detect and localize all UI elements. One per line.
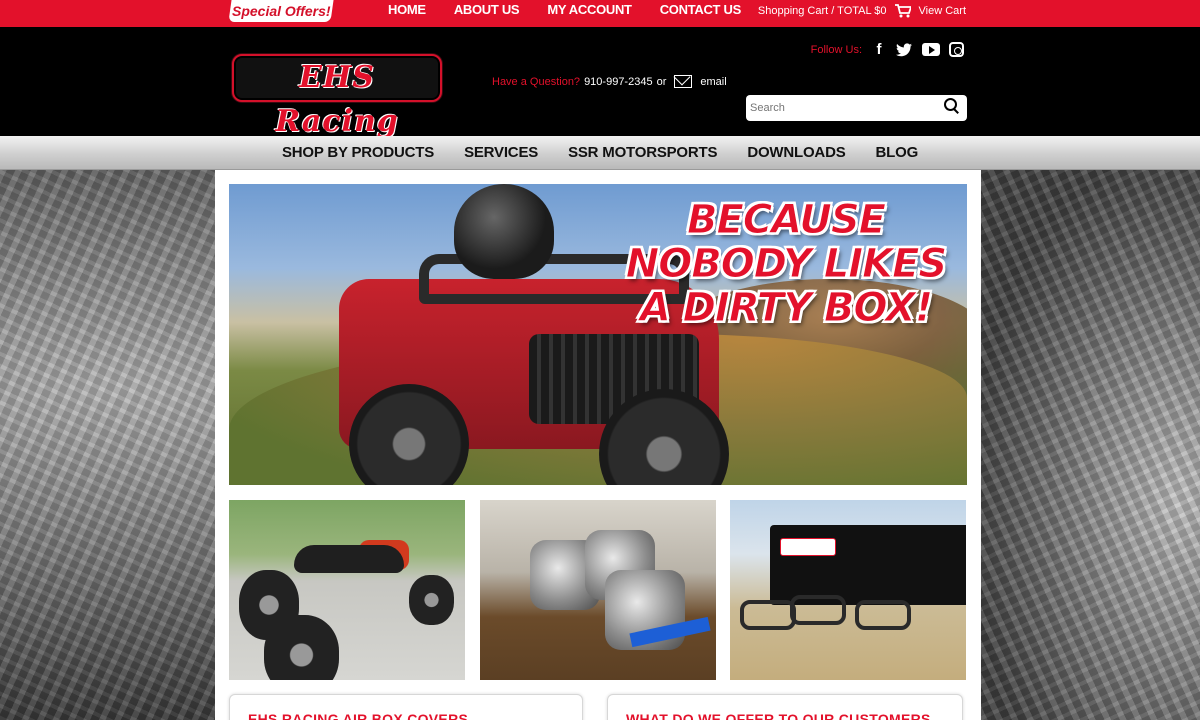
main-nav-item: SHOP BY PRODUCTS (282, 144, 434, 162)
racing-trailer (770, 525, 966, 605)
top-bar: Special Offers! HOME ABOUT US MY ACCOUNT… (0, 0, 1200, 27)
search-input[interactable] (746, 95, 936, 121)
facebook-icon[interactable]: f (871, 41, 887, 58)
main-nav-item: SERVICES (464, 144, 538, 162)
question-label: Have a Question? (492, 75, 581, 88)
top-nav-my-account[interactable]: MY ACCOUNT (547, 0, 632, 22)
special-offers-label: Special Offers! (231, 3, 331, 19)
nav-ssr-motorsports[interactable]: SSR MOTORSPORTS (568, 144, 717, 161)
quad-seat (294, 545, 404, 573)
nav-blog[interactable]: BLOG (876, 144, 919, 161)
nav-downloads[interactable]: DOWNLOADS (747, 144, 845, 161)
hero-title: BECAUSE NOBODY LIKES A DIRTY BOX! (625, 197, 947, 331)
email-link[interactable]: email (700, 76, 726, 88)
view-cart-link[interactable]: View Cart (919, 5, 966, 17)
or-text: or (656, 75, 667, 88)
kart (740, 600, 796, 630)
special-offers-button[interactable]: Special Offers! (228, 0, 334, 22)
kart (855, 600, 911, 630)
cart-summary: Shopping Cart / TOTAL $0 View Cart (758, 0, 966, 22)
quad-wheel (264, 615, 339, 680)
thumbnail-trailer[interactable] (730, 500, 966, 680)
phone-link[interactable]: 910-997-2345 (584, 76, 653, 88)
quad-bike-illustration (239, 540, 454, 680)
trailer-logo (780, 538, 836, 556)
content-panel: BECAUSE NOBODY LIKES A DIRTY BOX! EHS RA… (215, 170, 981, 720)
thumbnail-engines[interactable] (480, 500, 716, 680)
main-nav: SHOP BY PRODUCTS SERVICES SSR MOTORSPORT… (0, 136, 1200, 170)
card-title[interactable]: WHAT DO WE OFFER TO OUR CUSTOMERS (626, 711, 931, 720)
top-nav-contact-us[interactable]: CONTACT US (660, 0, 742, 22)
contact-question: Have a Question? 910-997-2345 or email (492, 75, 727, 88)
kart (790, 595, 846, 625)
card-title[interactable]: EHS RACING AIR BOX COVERS (248, 711, 468, 720)
card-air-box-covers: EHS RACING AIR BOX COVERS (229, 694, 583, 720)
follow-us: Follow Us: f (811, 41, 964, 58)
hero-banner[interactable]: BECAUSE NOBODY LIKES A DIRTY BOX! (229, 184, 967, 485)
top-nav-home[interactable]: HOME (388, 0, 426, 22)
twitter-icon[interactable] (896, 42, 913, 57)
main-nav-item: DOWNLOADS (747, 144, 845, 162)
instagram-icon[interactable] (949, 42, 964, 57)
main-nav-item: BLOG (876, 144, 919, 162)
site-logo[interactable]: EHS Racing (232, 54, 442, 139)
main-nav-list: SHOP BY PRODUCTS SERVICES SSR MOTORSPORT… (0, 136, 1200, 162)
shopping-cart-icon[interactable] (894, 4, 911, 18)
main-nav-item: SSR MOTORSPORTS (568, 144, 717, 162)
search-icon[interactable] (944, 98, 959, 113)
hero-helmet (454, 184, 554, 279)
cart-total: Shopping Cart / TOTAL $0 (757, 5, 887, 17)
quad-wheel (409, 575, 454, 625)
page-background-right (981, 170, 1200, 720)
thumbnail-quad-bike[interactable] (229, 500, 465, 680)
card-what-we-offer: WHAT DO WE OFFER TO OUR CUSTOMERS (607, 694, 963, 720)
envelope-icon[interactable] (674, 75, 693, 88)
top-nav: HOME ABOUT US MY ACCOUNT CONTACT US (388, 0, 741, 22)
nav-services[interactable]: SERVICES (464, 144, 538, 161)
logo-text: EHS Racing (275, 60, 399, 139)
follow-label: Follow Us: (810, 43, 862, 56)
youtube-icon[interactable] (922, 43, 940, 56)
nav-shop-by-products[interactable]: SHOP BY PRODUCTS (282, 144, 434, 161)
search-box (746, 95, 967, 121)
top-nav-about-us[interactable]: ABOUT US (454, 0, 520, 22)
